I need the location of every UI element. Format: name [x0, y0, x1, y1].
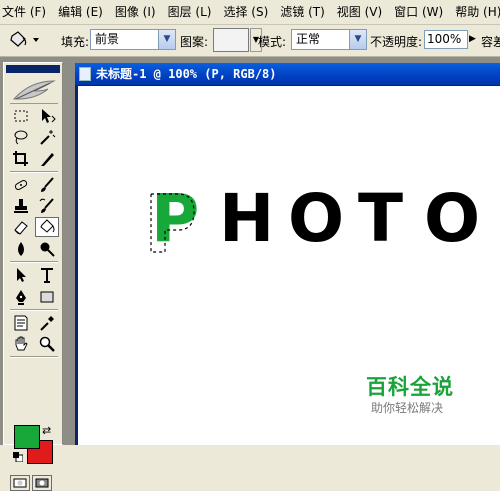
- toolbox-divider: [10, 356, 58, 358]
- healing-brush-icon[interactable]: [9, 175, 33, 195]
- canvas-letter: O: [288, 180, 345, 257]
- pen-icon[interactable]: [9, 287, 33, 307]
- menu-filter[interactable]: 滤镜 (T): [274, 0, 331, 24]
- menu-file[interactable]: 文件 (F): [0, 0, 52, 24]
- fill-select-value: 前景: [95, 32, 120, 46]
- document-titlebar[interactable]: 未标题-1 @ 100% (P, RGB/8): [75, 63, 500, 85]
- swap-colors-icon[interactable]: ⇄: [42, 424, 51, 437]
- default-colors-icon[interactable]: [13, 451, 24, 463]
- clone-stamp-icon[interactable]: [9, 196, 33, 216]
- fill-label: 填充:: [61, 35, 90, 49]
- mode-label: 模式:: [258, 35, 287, 49]
- standard-mode-button[interactable]: [10, 475, 30, 491]
- crop-icon[interactable]: [9, 149, 33, 169]
- eraser-icon[interactable]: [9, 217, 33, 237]
- mode-select-value: 正常: [296, 32, 321, 46]
- toolbox: ⇄: [3, 62, 63, 491]
- shape-icon[interactable]: [35, 287, 59, 307]
- slice-icon[interactable]: [35, 149, 59, 169]
- zoom-icon[interactable]: [35, 334, 59, 354]
- menu-bar: 文件 (F) 编辑 (E) 图像 (I) 图层 (L) 选择 (S) 滤镜 (T…: [0, 0, 500, 25]
- toolbox-divider: [10, 261, 58, 263]
- toolbox-divider: [10, 171, 58, 173]
- watermark-brand: 百科全说: [366, 375, 454, 399]
- chevron-down-icon: ▼: [349, 30, 366, 49]
- paint-bucket-icon[interactable]: [35, 217, 59, 237]
- blur-icon[interactable]: [9, 239, 33, 259]
- magic-wand-icon[interactable]: [35, 127, 59, 147]
- watermark-tagline: 助你轻松解决: [371, 401, 444, 415]
- menu-view[interactable]: 视图 (V): [331, 0, 388, 24]
- selection-marquee: [150, 193, 195, 253]
- history-brush-icon[interactable]: [35, 196, 59, 216]
- toolbox-titlebar[interactable]: [6, 65, 60, 73]
- options-bar: 填充: 前景 ▼ 图案: ▼ 模式: 正常 ▼ 不透明度: 100% ▶ 容差: [0, 25, 500, 57]
- quick-mask-mode-button[interactable]: [32, 475, 52, 491]
- document-icon: [79, 67, 91, 81]
- opacity-label: 不透明度:: [370, 35, 423, 49]
- tolerance-label: 容差: [481, 35, 500, 49]
- canvas-letter: O: [424, 180, 481, 257]
- menu-help[interactable]: 帮助 (H): [449, 0, 500, 24]
- foreground-color-swatch[interactable]: [14, 425, 40, 449]
- chevron-down-icon: ▼: [158, 30, 175, 49]
- menu-select[interactable]: 选择 (S): [217, 0, 274, 24]
- document-title: 未标题-1 @ 100% (P, RGB/8): [96, 67, 277, 81]
- notes-icon[interactable]: [9, 313, 33, 333]
- opacity-slider-arrow-icon[interactable]: ▶: [469, 30, 479, 49]
- menu-edit[interactable]: 编辑 (E): [52, 0, 109, 24]
- paint-bucket-preset-icon[interactable]: [6, 30, 40, 50]
- menu-layer[interactable]: 图层 (L): [162, 0, 218, 24]
- path-select-icon[interactable]: [9, 265, 33, 285]
- menu-window[interactable]: 窗口 (W): [388, 0, 449, 24]
- canvas-letter: T: [358, 180, 404, 257]
- opacity-input[interactable]: 100%: [424, 30, 468, 49]
- pattern-swatch[interactable]: [213, 28, 249, 52]
- move-icon[interactable]: [35, 106, 59, 126]
- brush-icon[interactable]: [35, 175, 59, 195]
- pattern-label: 图案:: [180, 35, 209, 49]
- hand-icon[interactable]: [9, 334, 33, 354]
- rect-marquee-icon[interactable]: [9, 106, 33, 126]
- lasso-icon[interactable]: [9, 127, 33, 147]
- toolbox-divider: [10, 309, 58, 311]
- dodge-icon[interactable]: [35, 239, 59, 259]
- fill-select[interactable]: 前景 ▼: [90, 29, 176, 50]
- eyedropper-icon[interactable]: [35, 313, 59, 333]
- type-icon[interactable]: [35, 265, 59, 285]
- menu-image[interactable]: 图像 (I): [109, 0, 162, 24]
- feather-logo-icon[interactable]: [10, 77, 58, 104]
- canvas-letter: H: [219, 180, 275, 257]
- mode-select[interactable]: 正常 ▼: [291, 29, 367, 50]
